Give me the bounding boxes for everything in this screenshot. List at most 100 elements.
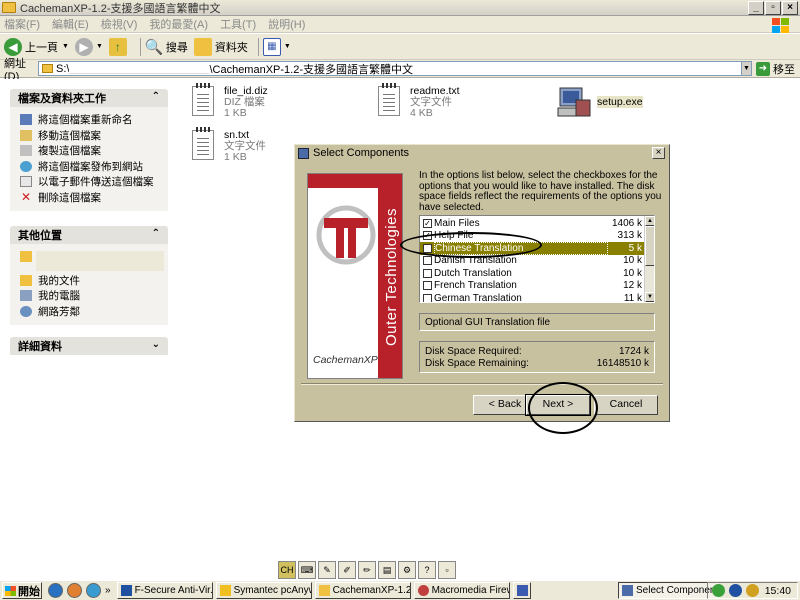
component-checkbox[interactable]: ✓	[423, 218, 432, 228]
component-row[interactable]: Dutch Translation 10 k	[420, 267, 644, 280]
place-my-documents[interactable]: 我的文件	[20, 273, 160, 289]
place-label: 我的文件	[38, 274, 80, 287]
taskbar-button-label: CachemanXP-1.2-...	[332, 585, 410, 596]
folder-icon	[20, 251, 32, 263]
task-rename[interactable]: 將這個檔案重新命名	[20, 112, 160, 128]
keyboard-icon[interactable]: ⌨	[298, 561, 316, 579]
task-publish[interactable]: 將這個檔案發佈到網站	[20, 159, 160, 175]
forward-button[interactable]: ▶ ▼	[74, 37, 103, 56]
menu-bar: 檔案(F) 編輯(E) 檢視(V) 我的最愛(A) 工具(T) 說明(H)	[0, 16, 800, 33]
search-icon: 🔍	[144, 38, 164, 56]
restore-icon[interactable]: ▫	[438, 561, 456, 579]
up-folder-button[interactable]: ↑	[108, 37, 130, 56]
cancel-button[interactable]: Cancel	[594, 395, 658, 415]
file-tasks-header[interactable]: 檔案及資料夾工作 ⌃	[10, 89, 168, 107]
ime-chinese-button[interactable]: CH	[278, 561, 296, 579]
file-tasks-title: 檔案及資料夾工作	[18, 93, 106, 105]
settings-icon[interactable]: ⚙	[398, 561, 416, 579]
dialog-close-button[interactable]: ×	[652, 147, 665, 159]
tools-icon[interactable]: ✐	[338, 561, 356, 579]
component-row-selected[interactable]: ✓ Chinese Translation 5 k	[420, 241, 644, 255]
menu-view[interactable]: 檢視(V)	[101, 16, 138, 32]
clock[interactable]: 15:40	[765, 585, 791, 597]
components-list[interactable]: ✓ Main Files 1406 k ✓ Help File 313 k ✓ …	[419, 215, 655, 303]
go-label: 移至	[773, 64, 795, 76]
details-header[interactable]: 詳細資料 ⌄	[10, 337, 168, 355]
component-checkbox[interactable]	[423, 281, 432, 291]
scroll-thumb[interactable]	[645, 226, 654, 266]
space-required-label: Disk Space Required:	[425, 346, 522, 357]
file-item[interactable]: file_id.diz DIZ 檔案 1 KB	[192, 83, 268, 119]
address-dropdown-button[interactable]: ▼	[741, 61, 752, 76]
scroll-up-icon[interactable]: ▲	[645, 216, 654, 226]
back-label: 上一頁	[25, 41, 58, 54]
other-places-header[interactable]: 其他位置 ⌃	[10, 226, 168, 244]
move-icon	[20, 129, 32, 141]
scroll-down-icon[interactable]: ▼	[645, 292, 654, 302]
file-item[interactable]: sn.txt 文字文件 1 KB	[192, 127, 266, 163]
space-remaining-value: 16148510 k	[596, 358, 649, 369]
next-button[interactable]: Next >	[525, 394, 591, 416]
component-row[interactable]: German Translation 11 k	[420, 292, 644, 302]
component-row[interactable]: ✓ Help File 313 k	[420, 230, 644, 243]
file-tasks-list: 將這個檔案重新命名 移動這個檔案 複製這個檔案 將這個檔案發佈到網站 以電子郵件…	[10, 107, 168, 211]
close-button[interactable]: ×	[782, 1, 798, 15]
task-email[interactable]: 以電子郵件傳送這個檔案	[20, 174, 160, 190]
task-move[interactable]: 移動這個檔案	[20, 128, 160, 144]
pen-icon[interactable]: ✎	[318, 561, 336, 579]
component-row[interactable]: ✓ Main Files 1406 k	[420, 217, 644, 230]
back-button[interactable]: ◀ 上一頁 ▼	[4, 37, 69, 56]
place-my-computer[interactable]: 我的電腦	[20, 288, 160, 304]
file-item[interactable]: readme.txt 文字文件 4 KB	[378, 83, 460, 119]
media-icon[interactable]	[67, 583, 82, 598]
taskbar-button[interactable]: Symantec pcAnyw...	[215, 582, 312, 599]
component-row[interactable]: Danish Translation 10 k	[420, 255, 644, 268]
component-checkbox[interactable]	[423, 268, 432, 278]
menu-favorites[interactable]: 我的最愛(A)	[149, 16, 208, 32]
component-size: 10 k	[623, 267, 642, 279]
task-copy[interactable]: 複製這個檔案	[20, 143, 160, 159]
taskbar-button[interactable]: CachemanXP-1.2-...	[314, 582, 411, 599]
tray-icon[interactable]	[745, 584, 759, 597]
up-folder-icon: ↑	[108, 37, 127, 56]
component-size: 5 k	[628, 242, 642, 254]
taskbar-button[interactable]	[512, 582, 531, 599]
place-network[interactable]: 網路芳鄰	[20, 304, 160, 320]
menu-help[interactable]: 說明(H)	[268, 16, 305, 32]
file-name[interactable]: setup.exe	[597, 96, 643, 108]
task-label: 以電子郵件傳送這個檔案	[38, 176, 154, 189]
delete-x-icon: ✕	[20, 189, 32, 204]
component-checkbox[interactable]	[423, 256, 432, 266]
views-button[interactable]: ▦ ▼	[262, 37, 291, 56]
minimize-button[interactable]: _	[748, 1, 764, 15]
browser-icon[interactable]	[86, 583, 101, 598]
brush-icon[interactable]: ✏	[358, 561, 376, 579]
component-row[interactable]: French Translation 12 k	[420, 280, 644, 293]
go-button[interactable]: ➜ 移至	[756, 61, 795, 77]
taskbar-button-active[interactable]: Select Components	[618, 582, 718, 599]
component-checkbox[interactable]: ✓	[423, 243, 432, 253]
restore-button[interactable]: ▫	[765, 1, 781, 15]
start-button[interactable]: 開始	[2, 582, 42, 599]
folders-button[interactable]: 資料夾	[193, 37, 248, 56]
component-checkbox[interactable]	[423, 293, 432, 302]
ie-icon[interactable]	[48, 583, 63, 598]
taskbar-button[interactable]: F-Secure Anti-Vir...	[116, 582, 213, 599]
search-button[interactable]: 🔍 搜尋	[145, 38, 188, 56]
keypad-icon[interactable]: ▤	[378, 561, 396, 579]
chevron-right-icon[interactable]: »	[105, 585, 111, 596]
menu-file[interactable]: 檔案(F)	[4, 16, 40, 32]
list-scrollbar[interactable]: ▲ ▼	[644, 216, 654, 302]
network-icon[interactable]	[711, 584, 725, 597]
window-titlebar: CachemanXP-1.2-支援多國語言繁體中文 _ ▫ ×	[0, 0, 800, 16]
menu-edit[interactable]: 編輯(E)	[52, 16, 89, 32]
component-checkbox[interactable]: ✓	[423, 231, 432, 241]
help-icon[interactable]: ?	[418, 561, 436, 579]
menu-tools[interactable]: 工具(T)	[220, 16, 256, 32]
task-label: 刪除這個檔案	[38, 191, 101, 204]
task-delete[interactable]: ✕ 刪除這個檔案	[20, 190, 160, 206]
taskbar-button[interactable]: Macromedia Firew...	[413, 582, 510, 599]
installer-icon[interactable]	[556, 86, 592, 120]
address-input[interactable]: S:\ \CachemanXP-1.2-支援多國語言繁體中文	[38, 61, 750, 76]
antivirus-icon[interactable]	[728, 584, 742, 597]
